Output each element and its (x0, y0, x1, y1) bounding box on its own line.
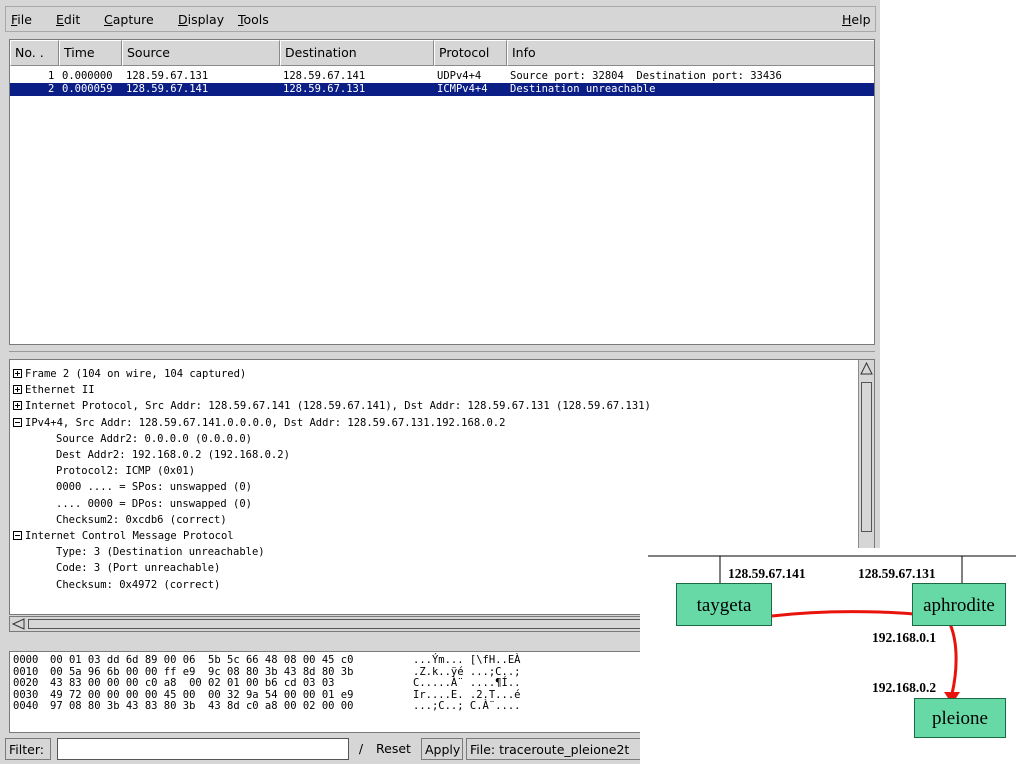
ip-aphrodite-outer: 128.59.67.131 (858, 566, 936, 581)
detail-text: Ethernet II (25, 384, 95, 397)
packet-time: 0.000000 (62, 70, 113, 82)
detail-line[interactable]: Internet Protocol, Src Addr: 128.59.67.1… (13, 400, 651, 413)
bytes-ascii[interactable]: C.....À¨ ....¶Í.. (413, 678, 520, 689)
packet-no: 2 (48, 83, 55, 95)
menu-help[interactable]: Help (842, 12, 871, 27)
detail-line[interactable]: Checksum: 0x4972 (correct) (56, 579, 220, 592)
file-status: File: traceroute_pleione2t (466, 738, 646, 760)
bytes-ascii[interactable]: .Z.k..ÿé ...;C..; (413, 666, 520, 678)
bytes-offset[interactable]: 0030 (13, 689, 38, 701)
bytes-hex[interactable]: 00 01 03 dd 6d 89 00 06 5b 5c 66 48 08 0… (50, 655, 353, 666)
packet-protocol: UDPv4+4 (437, 70, 482, 82)
menu-tools[interactable]: Tools (238, 12, 269, 27)
node-aphrodite: aphrodite (912, 583, 1006, 626)
menu-edit[interactable]: Edit (56, 12, 80, 27)
bytes-ascii[interactable]: Ir....E. .2.T...é (413, 689, 520, 701)
apply-button[interactable]: Apply (421, 738, 463, 760)
node-taygeta: taygeta (676, 583, 772, 626)
menu-display[interactable]: Display (178, 12, 224, 27)
detail-line[interactable]: Internet Control Message Protocol (13, 530, 234, 543)
bytes-hex[interactable]: 97 08 80 3b 43 83 80 3b 43 8d c0 a8 00 0… (50, 701, 353, 712)
detail-line[interactable]: IPv4+4, Src Addr: 128.59.67.141.0.0.0.0,… (13, 417, 505, 430)
expand-icon[interactable] (13, 401, 22, 411)
detail-text: Checksum: 0x4972 (correct) (56, 578, 221, 591)
ip-taygeta: 128.59.67.141 (728, 566, 806, 581)
packet-row-selected[interactable]: 2 0.000059 128.59.67.141 128.59.67.131 I… (10, 83, 874, 96)
collapse-icon[interactable] (13, 531, 22, 540)
ip-pleione: 192.168.0.2 (872, 680, 937, 695)
menu-capture[interactable]: Capture (104, 12, 154, 27)
packet-destination: 128.59.67.141 (283, 70, 366, 82)
detail-text: Source Addr2: 0.0.0.0 (0.0.0.0) (56, 432, 252, 445)
bytes-offset[interactable]: 0040 (13, 701, 38, 712)
network-diagram: 128.59.67.141 128.59.67.131 taygeta aphr… (640, 548, 1024, 768)
node-pleione: pleione (914, 698, 1006, 738)
filter-clear-button[interactable]: / (351, 738, 371, 760)
packet-source: 128.59.67.141 (126, 83, 209, 95)
detail-line[interactable]: Checksum2: 0xcdb6 (correct) (56, 514, 227, 527)
packet-info: Source port: 32804 Destination port: 334… (510, 70, 782, 82)
bytes-hex[interactable]: 00 5a 96 6b 00 00 ff e9 9c 08 80 3b 43 8… (50, 666, 353, 678)
detail-text: Internet Protocol, Src Addr: 128.59.67.1… (25, 400, 651, 413)
detail-text: Checksum2: 0xcdb6 (correct) (56, 513, 227, 526)
packet-protocol: ICMPv4+4 (437, 83, 488, 95)
detail-line[interactable]: Protocol2: ICMP (0x01) (56, 465, 195, 478)
bytes-offset[interactable]: 0000 (13, 655, 38, 666)
detail-line[interactable]: Dest Addr2: 192.168.0.2 (192.168.0.2) (56, 449, 290, 462)
filter-label-button[interactable]: Filter: (5, 738, 51, 760)
detail-text: Dest Addr2: 192.168.0.2 (192.168.0.2) (56, 449, 290, 461)
detail-text: .... 0000 = DPos: unswapped (0) (56, 497, 252, 510)
bytes-offset[interactable]: 0020 (13, 678, 38, 689)
detail-text: 0000 .... = SPos: unswapped (0) (56, 481, 252, 494)
detail-line[interactable]: Frame 2 (104 on wire, 104 captured) (13, 368, 246, 381)
menubar: File Edit Capture Display Tools Help (5, 6, 876, 32)
scroll-thumb[interactable] (861, 382, 872, 532)
detail-text: Protocol2: ICMP (0x01) (56, 465, 196, 478)
detail-line[interactable]: Source Addr2: 0.0.0.0 (0.0.0.0) (56, 433, 252, 446)
column-header-info[interactable]: Info (507, 40, 874, 66)
reset-button[interactable]: Reset (373, 738, 419, 760)
packet-info: Destination unreachable (510, 83, 656, 95)
detail-text: Code: 3 (Port unreachable) (56, 562, 221, 575)
detail-text: Frame 2 (104 on wire, 104 captured) (25, 368, 247, 380)
bytes-hex[interactable]: 43 83 00 00 00 c0 a8 00 02 01 00 b6 cd 0… (50, 678, 334, 689)
menu-file[interactable]: File (11, 12, 32, 27)
detail-text: Internet Control Message Protocol (25, 530, 234, 542)
packet-source: 128.59.67.131 (126, 70, 209, 82)
packet-time: 0.000059 (62, 83, 113, 95)
detail-line[interactable]: Ethernet II (13, 384, 95, 397)
bytes-offset[interactable]: 0010 (13, 666, 38, 678)
bytes-hex[interactable]: 49 72 00 00 00 00 45 00 00 32 9a 54 00 0… (50, 689, 353, 701)
column-header-destination[interactable]: Destination (280, 40, 434, 66)
bytes-ascii[interactable]: ...Ým... [\fH..EÀ (413, 655, 520, 666)
detail-line[interactable]: 0000 .... = SPos: unswapped (0) (56, 481, 252, 494)
scroll-up-icon[interactable] (860, 362, 873, 375)
detail-text: IPv4+4, Src Addr: 128.59.67.141.0.0.0.0,… (25, 416, 506, 429)
detail-text: Type: 3 (Destination unreachable) (56, 546, 265, 559)
collapse-icon[interactable] (13, 417, 22, 427)
expand-icon[interactable] (13, 369, 22, 378)
column-header-no[interactable]: No. . (10, 40, 59, 66)
bytes-ascii[interactable]: ...;C..; C.À¨.... (413, 701, 520, 712)
expand-icon[interactable] (13, 385, 22, 395)
detail-line[interactable]: .... 0000 = DPos: unswapped (0) (56, 498, 252, 511)
packet-destination: 128.59.67.131 (283, 83, 366, 95)
column-header-source[interactable]: Source (122, 40, 280, 66)
detail-line[interactable]: Type: 3 (Destination unreachable) (56, 546, 265, 559)
splitter-line (9, 351, 875, 352)
filter-input[interactable] (57, 738, 349, 760)
pane-splitter[interactable] (9, 347, 875, 357)
column-header-time[interactable]: Time (59, 40, 122, 66)
packet-no: 1 (48, 70, 55, 82)
ip-aphrodite-inner: 192.168.0.1 (872, 630, 937, 645)
packet-list[interactable]: No. . Time Source Destination Protocol I… (9, 39, 875, 345)
packet-row[interactable]: 1 0.000000 128.59.67.131 128.59.67.141 U… (10, 70, 874, 83)
scroll-left-icon[interactable] (12, 618, 25, 630)
column-header-protocol[interactable]: Protocol (434, 40, 507, 66)
detail-line[interactable]: Code: 3 (Port unreachable) (56, 562, 220, 575)
